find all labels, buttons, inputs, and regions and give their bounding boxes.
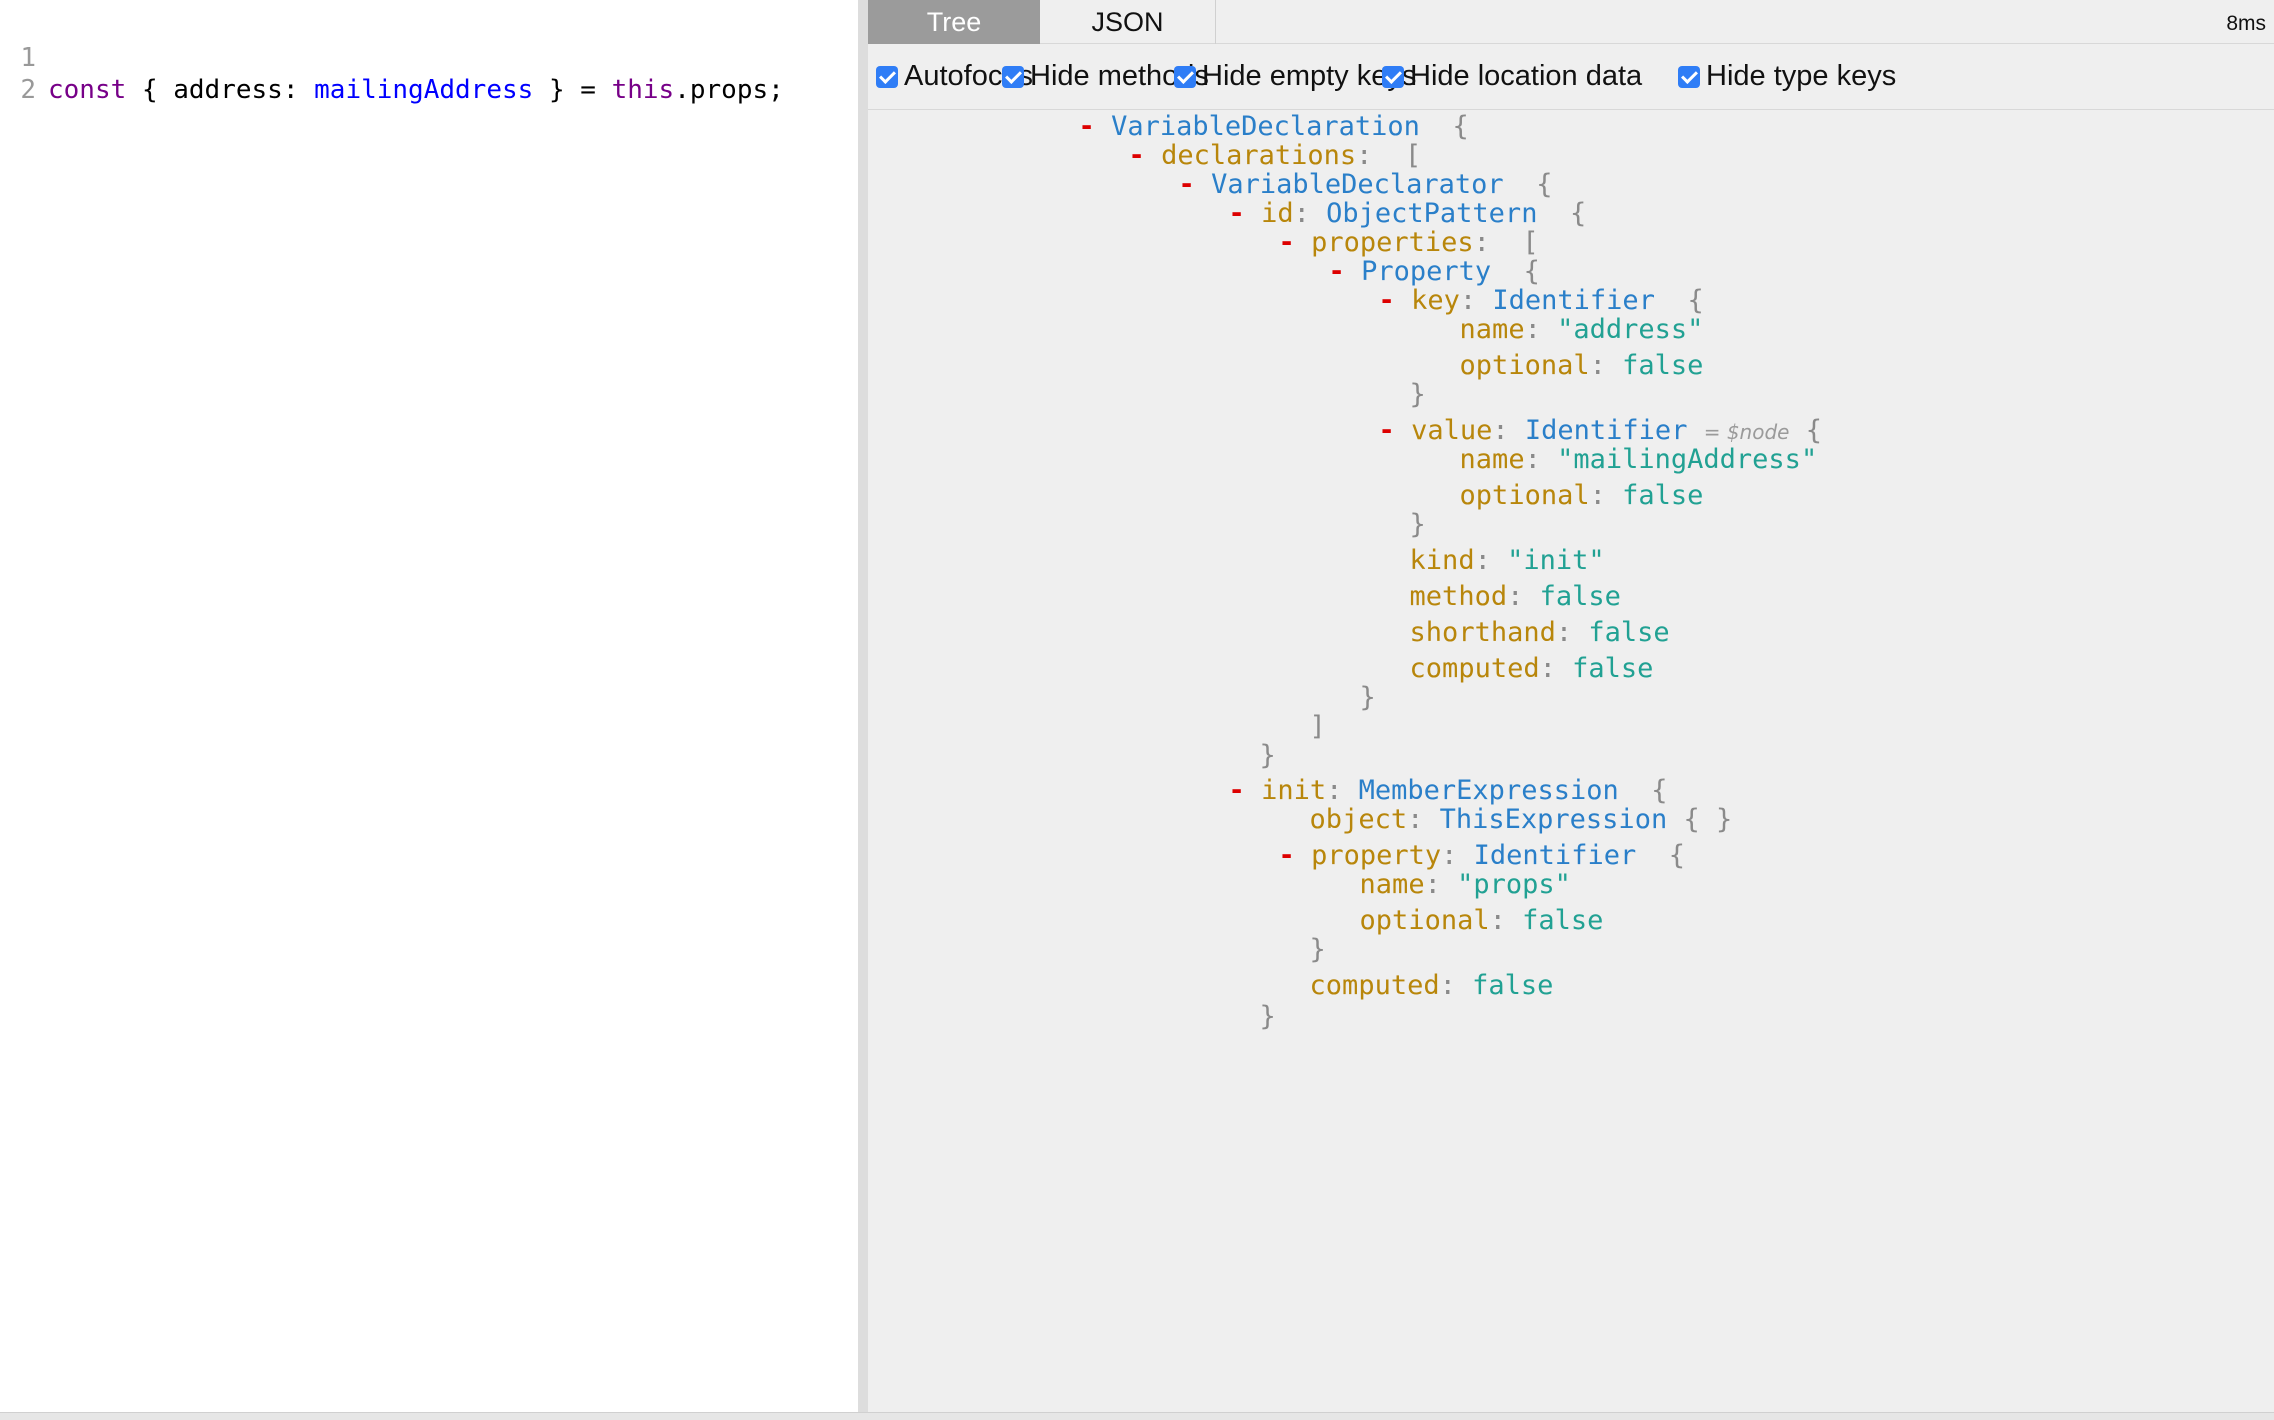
colon: : [1589,350,1606,381]
checkbox-checked-icon[interactable] [1002,66,1024,88]
option-label: Hide location data [1410,60,1643,92]
colon: : [1489,905,1506,936]
tree-leaf-method: method: false [1312,546,1621,612]
property-value: false [1622,480,1704,511]
tree-leaf-computed: computed: false [1212,935,1554,1001]
code-token-property: address: [173,75,299,105]
property-value: false [1622,350,1704,381]
ast-tree: - VariableDeclaration { - declarations: … [868,110,2274,1412]
checkbox-checked-icon[interactable] [876,66,898,88]
code-token-this: this [611,75,675,105]
option-hide-empty-keys[interactable]: Hide empty keys [1174,58,1416,94]
option-label: Hide type keys [1706,60,1897,92]
tree-node-object: object: ThisExpression { } [1212,769,1733,835]
brace: } [1359,682,1376,713]
code-token-brace: } [548,75,565,105]
property-key: computed [1309,970,1440,1001]
property-key: computed [1409,653,1540,684]
tree-close-brace: } [1162,705,1276,771]
colon: : [1439,970,1456,1001]
property-value: false [1522,905,1604,936]
tree-close-brace: } [1212,899,1326,965]
property-key: optional [1459,350,1590,381]
output-panel: Tree JSON 8ms Autofocus Hide methods Hid… [868,0,2274,1412]
empty-object: { } [1683,804,1733,835]
property-key: optional [1459,480,1590,511]
tree-close-brace: } [1312,344,1426,410]
code-token-member: .props; [674,75,784,105]
brace: } [1259,1001,1276,1032]
bracket: ] [1309,711,1326,742]
panel-splitter[interactable] [858,0,868,1412]
code-text[interactable]: const { address: mailingAddress } = this… [48,74,784,106]
colon: : [1539,653,1556,684]
brace: { [1569,198,1587,229]
code-token-alias: mailingAddress [314,75,534,105]
code-line-1[interactable]: 1 const { address: mailingAddress } = th… [0,10,783,105]
code-line-2[interactable]: 2 [0,42,63,105]
tree-options-bar: Autofocus Hide methods Hide empty keys H… [868,44,2274,110]
parse-time: 8ms [2226,12,2266,35]
property-value: false [1472,970,1554,1001]
code-editor[interactable]: 1 const { address: mailingAddress } = th… [0,0,858,1412]
brace: { [1668,840,1685,871]
tree-leaf-shorthand: shorthand: false [1312,582,1670,648]
code-token-operator: = [580,75,596,105]
tree-leaf-name: name: "address" [1362,279,1704,345]
checkbox-checked-icon[interactable] [1678,66,1700,88]
horizontal-scrollbar[interactable] [0,1412,2274,1420]
option-hide-location-data[interactable]: Hide location data [1382,58,1642,94]
line-number: 2 [20,75,36,105]
tree-leaf-kind: kind: "init" [1312,510,1605,576]
option-hide-type-keys[interactable]: Hide type keys [1678,58,1896,94]
property-value: false [1572,653,1654,684]
tree-close-brace: } [1162,966,1276,1032]
tab-json[interactable]: JSON [1040,0,1216,44]
output-tabbar: Tree JSON 8ms [868,0,2274,44]
tree-close-brace: } [1312,474,1426,540]
colon: : [1589,480,1606,511]
checkbox-checked-icon[interactable] [1382,66,1404,88]
tree-leaf-name: name: "mailingAddress" [1362,409,1818,475]
code-token-brace: { [141,75,158,105]
property-key: optional [1359,905,1490,936]
checkbox-checked-icon[interactable] [1174,66,1196,88]
tab-tree[interactable]: Tree [868,0,1040,44]
tree-leaf-name: name: "props" [1262,834,1571,900]
